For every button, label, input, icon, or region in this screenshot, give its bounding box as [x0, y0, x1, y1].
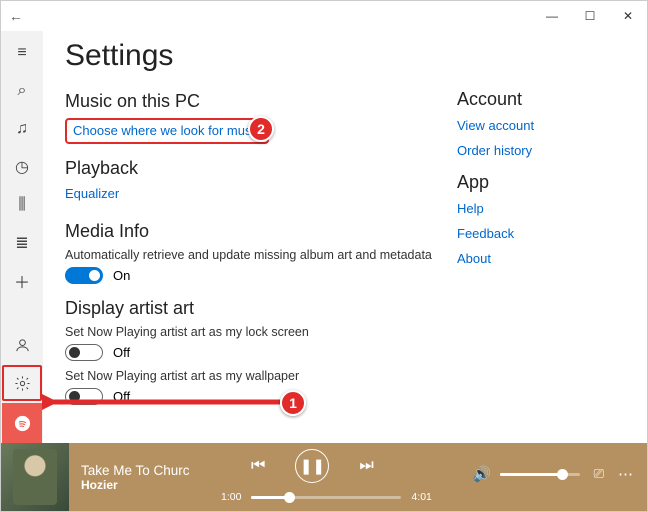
help-link[interactable]: Help [457, 201, 627, 216]
section-media-heading: Media Info [65, 221, 447, 242]
annotation-callout-1: 1 [280, 390, 306, 416]
section-music-heading: Music on this PC [65, 91, 447, 112]
maximize-button[interactable]: ☐ [571, 9, 609, 23]
cast-icon[interactable]: ⎚ [594, 466, 604, 482]
track-artist: Hozier [81, 478, 201, 492]
track-title: Take Me To Churc [81, 463, 201, 478]
wallpaper-state: Off [113, 389, 130, 404]
player-bar: Take Me To Churc Hozier ⏮ ❚❚ ⏭ 1:00 4:01… [1, 443, 647, 511]
section-artist-heading: Display artist art [65, 298, 447, 319]
progress-slider[interactable] [251, 496, 401, 499]
equalizer-link[interactable]: Equalizer [65, 186, 119, 201]
view-account-link[interactable]: View account [457, 118, 627, 133]
volume-icon[interactable]: 🔊 [473, 465, 492, 483]
add-icon[interactable]: ＋ [2, 263, 42, 299]
media-info-desc: Automatically retrieve and update missin… [65, 248, 447, 262]
volume-slider[interactable] [500, 473, 580, 476]
annotation-callout-2: 2 [248, 116, 274, 142]
lockscreen-state: Off [113, 345, 130, 360]
next-button[interactable]: ⏭ [359, 457, 373, 475]
lockscreen-toggle[interactable] [65, 344, 103, 361]
titlebar: ← — ☐ ✕ [1, 1, 647, 31]
account-icon[interactable] [2, 327, 42, 363]
choose-music-location-link[interactable]: Choose where we look for music [73, 123, 261, 138]
media-info-state: On [113, 268, 130, 283]
hamburger-icon[interactable]: ≡ [2, 35, 42, 71]
play-pause-button[interactable]: ❚❚ [295, 449, 329, 483]
close-button[interactable]: ✕ [609, 9, 647, 23]
order-history-link[interactable]: Order history [457, 143, 627, 158]
app-heading: App [457, 172, 627, 193]
playlists-icon[interactable]: ≣ [2, 225, 42, 261]
prev-button[interactable]: ⏮ [251, 457, 265, 475]
section-playback-heading: Playback [65, 158, 447, 179]
sidebar: ≡ ⌕ ♫ ◷ ⫼ ≣ ＋ [1, 31, 43, 443]
spotify-icon[interactable] [2, 403, 42, 443]
wallpaper-desc: Set Now Playing artist art as my wallpap… [65, 369, 447, 383]
feedback-link[interactable]: Feedback [457, 226, 627, 241]
settings-icon[interactable] [2, 365, 42, 401]
search-icon[interactable]: ⌕ [2, 73, 42, 109]
time-elapsed: 1:00 [221, 491, 241, 503]
now-playing-icon[interactable]: ⫼ [2, 187, 42, 223]
album-art[interactable] [1, 443, 69, 511]
music-icon[interactable]: ♫ [2, 111, 42, 147]
time-total: 4:01 [411, 491, 431, 503]
recent-icon[interactable]: ◷ [2, 149, 42, 185]
settings-main: Settings Music on this PC Choose where w… [65, 39, 447, 443]
minimize-button[interactable]: — [533, 9, 571, 23]
lockscreen-desc: Set Now Playing artist art as my lock sc… [65, 325, 447, 339]
page-title: Settings [65, 39, 447, 73]
about-link[interactable]: About [457, 251, 627, 266]
back-button[interactable]: ← [1, 8, 31, 24]
media-info-toggle[interactable] [65, 267, 103, 284]
wallpaper-toggle[interactable] [65, 388, 103, 405]
settings-side: Account View account Order history App H… [447, 39, 627, 443]
more-icon[interactable]: ⋯ [618, 465, 633, 483]
account-heading: Account [457, 89, 627, 110]
